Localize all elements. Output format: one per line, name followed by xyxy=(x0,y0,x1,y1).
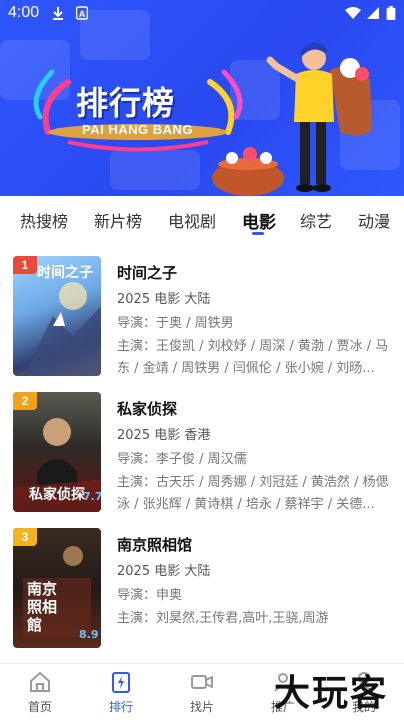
nav-ranking-label: 排行 xyxy=(108,700,133,714)
movie-cast: 主演：刘昊然,王传君,高叶,王骁,周游 xyxy=(117,611,329,626)
rank-badge: 2 xyxy=(13,392,37,410)
app-screen: 4:00 A 排行榜 PAI HANG BANG 热搜榜 新片榜 电视剧 电影 … xyxy=(0,0,404,720)
movie-poster[interactable]: 南京照相館 8.9 3 xyxy=(13,528,101,648)
nav-find-movies[interactable]: 找片 xyxy=(162,664,242,720)
cellular-signal-icon xyxy=(367,7,379,19)
movie-poster[interactable]: 时间之子 1 xyxy=(13,256,101,376)
home-icon xyxy=(30,672,50,692)
nav-find-movies-label: 找片 xyxy=(189,700,214,714)
movie-director: 导演：李子俊 / 周汉儒 xyxy=(117,452,247,467)
movie-meta: 2025 电影 大陆 xyxy=(117,564,211,579)
banner-title: 排行榜 xyxy=(76,84,176,122)
tab-tv-series[interactable]: 电视剧 xyxy=(168,208,216,232)
poster-title: 私家侦探 xyxy=(29,487,85,503)
battery-icon xyxy=(386,6,396,20)
ranking-banner: 4:00 A 排行榜 PAI HANG BANG xyxy=(0,0,404,196)
tab-variety[interactable]: 综艺 xyxy=(300,208,332,232)
poster-title: 南京照相館 xyxy=(27,580,58,634)
svg-text:A: A xyxy=(79,9,86,19)
category-tabs: 热搜榜 新片榜 电视剧 电影 综艺 动漫 xyxy=(0,196,404,242)
tab-movies[interactable]: 电影 xyxy=(242,208,276,233)
active-tab-indicator xyxy=(252,232,264,235)
nav-home[interactable]: 首页 xyxy=(0,664,80,720)
tab-hot-search[interactable]: 热搜榜 xyxy=(20,208,68,232)
movie-meta: 2025 电影 大陆 xyxy=(117,292,211,307)
video-camera-icon xyxy=(191,675,213,689)
tab-new-releases[interactable]: 新片榜 xyxy=(94,208,142,232)
movie-cast: 主演：古天乐 / 周秀娜 / 刘冠廷 / 黄浩然 / 杨偲泳 / 张兆辉 / 黄… xyxy=(117,475,389,512)
movie-director: 导演：申奥 xyxy=(117,588,183,603)
watermark-text: 大玩客 xyxy=(274,673,389,714)
banner-pattern-tile xyxy=(110,150,200,190)
list-item[interactable]: 南京照相館 8.9 3 南京照相馆 2025 电影 大陆 导演：申奥 主演：刘昊… xyxy=(0,528,404,653)
ranking-icon xyxy=(112,672,130,693)
movie-meta: 2025 电影 香港 xyxy=(117,428,211,443)
nav-ranking[interactable]: 排行 xyxy=(81,664,161,720)
movie-title[interactable]: 南京照相馆 xyxy=(117,534,192,555)
movie-director: 导演：于奥 / 周铁男 xyxy=(117,316,234,331)
status-bar: 4:00 A xyxy=(0,0,404,28)
download-icon xyxy=(53,7,63,20)
movie-title[interactable]: 时间之子 xyxy=(117,262,177,283)
status-time: 4:00 xyxy=(8,4,40,21)
nav-home-label: 首页 xyxy=(27,700,52,714)
ranking-logo: 排行榜 PAI HANG BANG xyxy=(33,69,243,152)
app-notification-icon: A xyxy=(76,6,88,20)
tab-anime[interactable]: 动漫 xyxy=(358,208,390,232)
list-item[interactable]: 私家侦探 7.7 2 私家侦探 2025 电影 香港 导演：李子俊 / 周汉儒 … xyxy=(0,392,404,517)
poster-score: 8.9 xyxy=(79,628,99,641)
movie-poster[interactable]: 私家侦探 7.7 2 xyxy=(13,392,101,512)
person-illustration xyxy=(212,42,372,196)
movie-cast: 主演：王俊凯 / 刘校妤 / 周深 / 黄渤 / 贾冰 / 马东 / 金靖 / … xyxy=(117,339,389,376)
rank-badge: 3 xyxy=(13,528,37,546)
wifi-icon xyxy=(345,7,361,19)
poster-title: 时间之子 xyxy=(37,265,93,281)
rank-badge: 1 xyxy=(13,256,37,274)
banner-subtitle: PAI HANG BANG xyxy=(82,122,193,137)
movie-title[interactable]: 私家侦探 xyxy=(117,398,177,419)
poster-score: 7.7 xyxy=(83,490,101,503)
list-item[interactable]: 时间之子 1 时间之子 2025 电影 大陆 导演：于奥 / 周铁男 主演：王俊… xyxy=(0,256,404,381)
